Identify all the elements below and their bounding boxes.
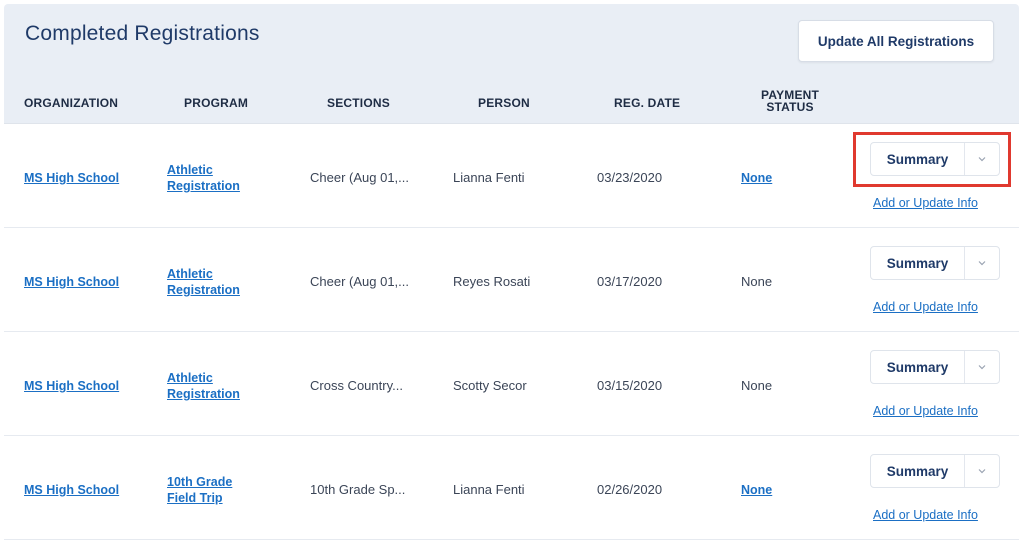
summary-split-button: Summary xyxy=(870,350,1000,384)
column-header-organization: ORGANIZATION xyxy=(24,96,119,110)
person-cell: Reyes Rosati xyxy=(453,274,531,289)
table-row: MS High School Athletic Registration Cro… xyxy=(4,332,1019,436)
program-link[interactable]: Athletic Registration xyxy=(167,370,240,402)
column-header-reg-date: REG. DATE xyxy=(614,96,681,110)
organization-link[interactable]: MS High School xyxy=(24,171,119,185)
payment-status-link[interactable]: None xyxy=(741,171,772,185)
add-or-update-info-link[interactable]: Add or Update Info xyxy=(873,196,978,210)
payment-status-link[interactable]: None xyxy=(741,483,772,497)
reg-date-cell: 02/26/2020 xyxy=(597,482,663,497)
organization-link[interactable]: MS High School xyxy=(24,275,119,289)
add-or-update-info-link[interactable]: Add or Update Info xyxy=(873,508,978,522)
panel-header: Completed Registrations Update All Regis… xyxy=(4,4,1019,76)
column-header-sections: SECTIONS xyxy=(327,96,390,110)
reg-date-cell: 03/17/2020 xyxy=(597,274,663,289)
sections-cell: Cheer (Aug 01,... xyxy=(310,274,409,289)
summary-dropdown-toggle[interactable] xyxy=(965,455,999,487)
program-line2: Registration xyxy=(167,387,240,401)
reg-date-cell: 03/15/2020 xyxy=(597,378,663,393)
sections-cell: Cheer (Aug 01,... xyxy=(310,170,409,185)
add-or-update-info-link[interactable]: Add or Update Info xyxy=(873,300,978,314)
program-link[interactable]: Athletic Registration xyxy=(167,266,240,298)
summary-split-button: Summary xyxy=(870,454,1000,488)
program-line1: 10th Grade xyxy=(167,475,233,489)
organization-link[interactable]: MS High School xyxy=(24,483,119,497)
chevron-down-icon xyxy=(978,469,986,474)
payment-status-line2: STATUS xyxy=(766,100,814,114)
program-line1: Athletic xyxy=(167,163,213,177)
summary-dropdown-toggle[interactable] xyxy=(965,247,999,279)
program-line2: Registration xyxy=(167,179,240,193)
program-link[interactable]: 10th Grade Field Trip xyxy=(167,474,232,506)
chevron-down-icon xyxy=(978,365,986,370)
program-line2: Field Trip xyxy=(167,491,223,505)
highlight-box xyxy=(853,132,1011,187)
program-line1: Athletic xyxy=(167,371,213,385)
summary-button[interactable]: Summary xyxy=(871,351,965,383)
organization-link[interactable]: MS High School xyxy=(24,379,119,393)
add-or-update-info-link[interactable]: Add or Update Info xyxy=(873,404,978,418)
program-line1: Athletic xyxy=(167,267,213,281)
chevron-down-icon xyxy=(978,261,986,266)
column-header-payment-status: PAYMENT STATUS xyxy=(761,89,819,113)
program-line2: Registration xyxy=(167,283,240,297)
person-cell: Scotty Secor xyxy=(453,378,527,393)
payment-status-cell: None xyxy=(741,274,773,289)
program-link[interactable]: Athletic Registration xyxy=(167,162,240,194)
summary-dropdown-toggle[interactable] xyxy=(965,351,999,383)
table-row: MS High School 10th Grade Field Trip 10t… xyxy=(4,436,1019,540)
reg-date-cell: 03/23/2020 xyxy=(597,170,663,185)
person-cell: Lianna Fenti xyxy=(453,482,525,497)
payment-status-cell: None xyxy=(741,378,773,393)
person-cell: Lianna Fenti xyxy=(453,170,525,185)
table-row: MS High School Athletic Registration Che… xyxy=(4,228,1019,332)
sections-cell: 10th Grade Sp... xyxy=(310,482,406,497)
summary-split-button: Summary xyxy=(870,246,1000,280)
update-all-registrations-button[interactable]: Update All Registrations xyxy=(798,20,994,62)
summary-button[interactable]: Summary xyxy=(871,247,965,279)
completed-registrations-panel: Completed Registrations Update All Regis… xyxy=(4,4,1019,540)
table-header: ORGANIZATION PROGRAM SECTIONS PERSON REG… xyxy=(4,76,1019,124)
column-header-person: PERSON xyxy=(478,96,530,110)
sections-cell: Cross Country... xyxy=(310,378,403,393)
summary-button[interactable]: Summary xyxy=(871,455,965,487)
column-header-program: PROGRAM xyxy=(184,96,249,110)
page-title: Completed Registrations xyxy=(25,22,260,45)
